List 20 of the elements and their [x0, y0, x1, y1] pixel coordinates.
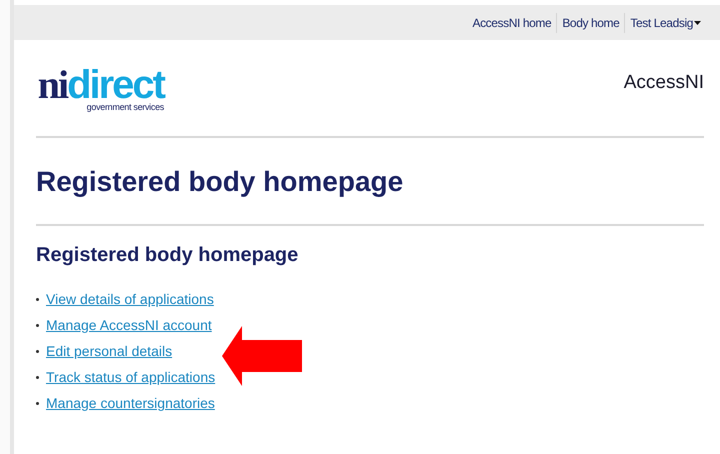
bullet-icon [36, 324, 39, 326]
caret-icon [694, 20, 701, 24]
nav-link[interactable]: AccessNI home [467, 12, 556, 32]
link[interactable]: Edit personal details [46, 343, 172, 359]
logo-tagline: government services [86, 102, 164, 112]
section-title: Registered body homepage [36, 244, 300, 267]
bullet-icon [36, 350, 39, 352]
page-title: Registered body homepage [36, 138, 704, 226]
user-menu[interactable]: Test Leadsig [624, 12, 706, 32]
link[interactable]: Manage AccessNI account [46, 317, 212, 333]
link[interactable]: View details of applications [46, 291, 214, 307]
arrow-icon [222, 326, 302, 386]
bullet-icon [36, 298, 39, 300]
bullet-icon [36, 376, 39, 378]
nav-link[interactable]: Body home [556, 12, 624, 32]
link[interactable]: Manage countersignatories [46, 395, 215, 411]
logo-text: ni [38, 62, 68, 107]
service-name: AccessNI [624, 72, 704, 94]
link[interactable]: Track status of applications [46, 369, 216, 385]
bullet-icon [36, 402, 39, 404]
